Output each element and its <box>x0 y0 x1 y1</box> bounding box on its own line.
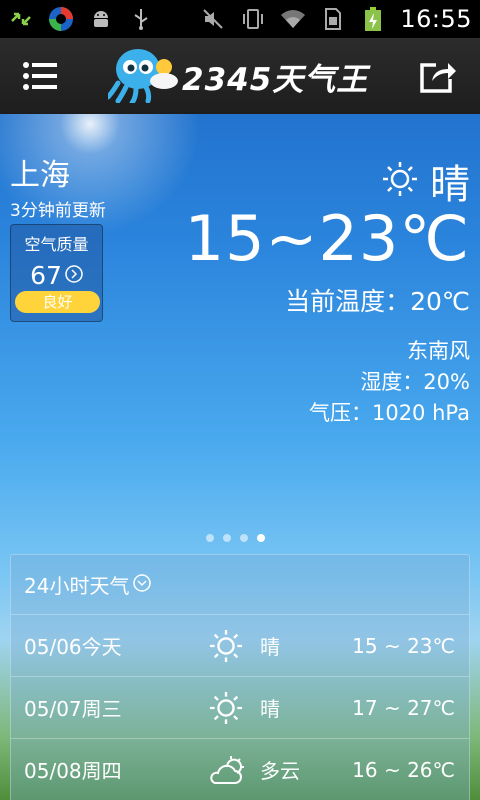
forecast-condition: 晴 <box>260 635 280 659</box>
humidity: 湿度：20% <box>360 370 470 394</box>
forecast-date: 05/06今天 <box>24 635 122 659</box>
chevron-right-circle-icon <box>65 264 83 287</box>
forecast-date: 05/07周三 <box>24 697 122 721</box>
page-dot-active <box>257 534 265 542</box>
sync-icon <box>8 6 34 32</box>
aqi-value: 67 <box>30 261 62 290</box>
wifi-icon <box>280 6 306 32</box>
chevron-down-circle-icon <box>133 573 152 597</box>
sunny-icon <box>204 691 248 725</box>
wind-direction: 东南风 <box>407 339 470 363</box>
forecast-panel: 24小时天气 05/06今天 晴 15 ~ 23℃ 05/07周三 晴 17 ~… <box>10 554 470 800</box>
page-dot <box>206 534 214 542</box>
forecast-header[interactable]: 24小时天气 <box>11 555 469 615</box>
sunny-icon <box>382 161 418 201</box>
forecast-row[interactable]: 05/06今天 晴 15 ~ 23℃ <box>11 615 469 677</box>
mute-icon <box>200 6 226 32</box>
forecast-range: 16 ~ 26℃ <box>352 757 455 782</box>
page-indicator <box>206 534 265 542</box>
forecast-row[interactable]: 05/07周三 晴 17 ~ 27℃ <box>11 677 469 739</box>
app-bar: 2345天气王 <box>0 38 480 114</box>
usb-icon <box>128 6 154 32</box>
page-dot <box>240 534 248 542</box>
forecast-range: 17 ~ 27℃ <box>352 695 455 720</box>
aqi-title: 空气质量 <box>24 235 89 254</box>
forecast-condition: 晴 <box>260 697 280 721</box>
status-bar: 16:55 <box>0 0 480 38</box>
app-icon <box>48 6 74 32</box>
temperature-range: 15~23℃ <box>184 202 470 275</box>
android-debug-icon <box>88 6 114 32</box>
forecast-title: 24小时天气 <box>24 574 130 598</box>
share-icon[interactable] <box>416 54 460 98</box>
forecast-date: 05/08周四 <box>24 759 122 783</box>
city-name[interactable]: 上海 <box>10 150 70 194</box>
page-dot <box>223 534 231 542</box>
clock: 16:55 <box>400 5 472 33</box>
vibrate-icon <box>240 6 266 32</box>
pressure: 气压：1020 hPa <box>308 401 470 425</box>
air-quality-card[interactable]: 空气质量 67 良好 <box>10 224 103 322</box>
menu-icon[interactable] <box>20 56 60 96</box>
forecast-row[interactable]: 05/08周四 多云 16 ~ 26℃ <box>11 739 469 800</box>
app-logo: 2345天气王 <box>105 45 369 107</box>
update-time: 3分钟前更新 <box>10 201 106 221</box>
sunny-icon <box>204 629 248 663</box>
sim-icon <box>320 6 346 32</box>
partly-cloudy-icon <box>204 755 248 785</box>
current-temperature: 当前温度：20℃ <box>285 287 470 316</box>
app-title: 2345天气王 <box>182 61 369 98</box>
forecast-condition: 多云 <box>260 759 300 783</box>
battery-charging-icon <box>360 6 386 32</box>
aqi-level-badge: 良好 <box>15 291 100 313</box>
forecast-range: 15 ~ 23℃ <box>352 633 455 658</box>
octopus-mascot-icon <box>105 45 180 107</box>
